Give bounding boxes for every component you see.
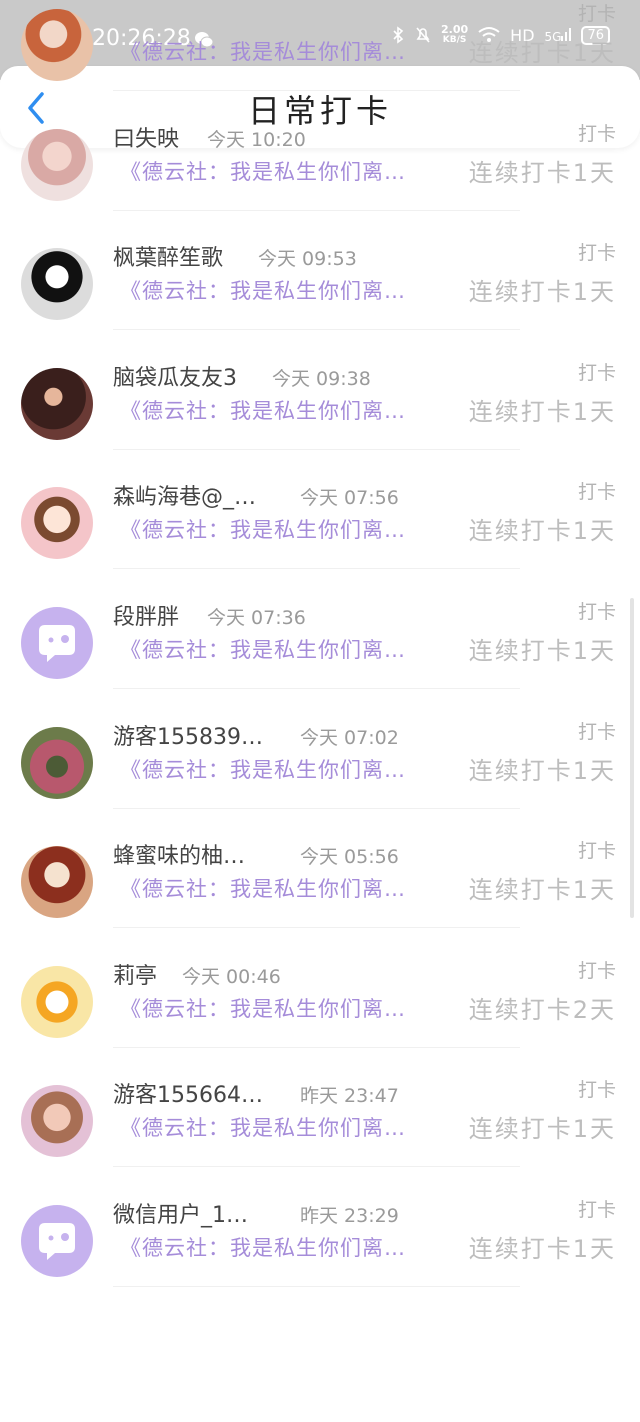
checkin-time: 今天 00:46 [182, 965, 281, 988]
streak-count: 连续打卡1天 [468, 278, 616, 307]
scrollbar[interactable] [630, 598, 634, 918]
checkin-tag: 打卡 [577, 601, 616, 623]
checkin-tag: 打卡 [577, 959, 616, 982]
user-name: 莉亭 [113, 963, 158, 989]
avatar[interactable] [21, 128, 93, 201]
checkin-time: 今天 10:20 [207, 128, 306, 151]
avatar[interactable] [21, 248, 93, 321]
default-avatar-icon [39, 625, 75, 662]
user-name: 脑袋瓜友友3 [113, 365, 237, 391]
checkin-tag: 打卡 [577, 481, 616, 504]
list-item[interactable]: 曰失映 今天 10:20 打卡《德云社：我是私生你们离… 连续打卡1天 [0, 92, 640, 211]
avatar[interactable] [21, 846, 93, 919]
checkin-tag: 打卡 [577, 840, 616, 863]
list-item[interactable]: 段胖胖 今天 07:36 打卡《德云社：我是私生你们离… 连续打卡1天 [0, 570, 640, 689]
book-link[interactable]: 《德云社：我是私生你们离… [120, 754, 406, 784]
book-link[interactable]: 《德云社：我是私生你们离… [120, 395, 406, 425]
avatar[interactable] [21, 487, 93, 560]
checkin-tag: 打卡 [577, 361, 616, 384]
book-link[interactable]: 《德云社：我是私生你们离… [120, 873, 406, 903]
streak-count: 连续打卡2天 [468, 995, 616, 1024]
list-item[interactable]: 打卡《德云社：我是私生你们离… 连续打卡1天 [0, 0, 640, 91]
checkin-time: 今天 07:56 [300, 487, 399, 510]
book-link[interactable]: 《德云社：我是私生你们离… [120, 1112, 406, 1142]
list-item[interactable]: 森屿海巷@_… 今天 07:56 打卡《德云社：我是私生你们离… 连续打卡1天 [0, 450, 640, 570]
list-item[interactable]: 微信用户_1… 昨天 23:29 打卡《德云社：我是私生你们离… 连续打卡1天 [0, 1168, 640, 1287]
user-name: 游客155839… [113, 724, 263, 750]
checkin-tag: 打卡 [577, 1079, 616, 1102]
list-item[interactable]: 莉亭 今天 00:46 打卡《德云社：我是私生你们离… 连续打卡2天 [0, 929, 640, 1048]
list-item[interactable]: 蜂蜜味的柚… 今天 05:56 打卡《德云社：我是私生你们离… 连续打卡1天 [0, 809, 640, 929]
streak-count: 连续打卡1天 [468, 1115, 616, 1144]
divider [113, 1286, 520, 1287]
checkin-time: 昨天 23:29 [300, 1205, 399, 1227]
list-item[interactable]: 枫葉醉笙歌 今天 09:53 打卡《德云社：我是私生你们离… 连续打卡1天 [0, 211, 640, 331]
list-item[interactable]: 游客155839… 今天 07:02 打卡《德云社：我是私生你们离… 连续打卡1天 [0, 690, 640, 809]
user-name: 蜂蜜味的柚… [113, 844, 246, 870]
avatar[interactable] [21, 1205, 93, 1277]
default-avatar-icon [39, 1223, 75, 1260]
user-name: 森屿海巷@_… [113, 485, 257, 511]
checkin-tag: 打卡 [577, 242, 616, 265]
avatar[interactable] [21, 367, 93, 440]
book-link[interactable]: 《德云社：我是私生你们离… [120, 1232, 406, 1262]
checkin-time: 今天 07:02 [300, 726, 399, 749]
streak-count: 连续打卡1天 [468, 158, 616, 187]
book-link[interactable]: 《德云社：我是私生你们离… [120, 634, 406, 664]
streak-count: 连续打卡1天 [468, 876, 616, 905]
avatar[interactable] [21, 1085, 93, 1158]
book-link[interactable]: 《德云社：我是私生你们离… [120, 156, 406, 186]
streak-count: 连续打卡1天 [468, 637, 616, 665]
checkin-tag: 打卡 [577, 720, 616, 743]
book-link[interactable]: 《德云社：我是私生你们离… [120, 993, 406, 1023]
checkin-time: 今天 05:56 [300, 846, 399, 869]
checkin-time: 昨天 23:47 [300, 1085, 399, 1108]
avatar[interactable] [21, 9, 93, 81]
checkin-time: 今天 09:53 [258, 248, 357, 271]
checkin-tag: 打卡 [577, 3, 616, 25]
streak-count: 连续打卡1天 [468, 1235, 616, 1263]
streak-count: 连续打卡1天 [468, 39, 616, 67]
checkin-time: 今天 07:36 [207, 607, 306, 629]
user-name: 曰失映 [113, 126, 180, 152]
checkin-time: 今天 09:38 [272, 367, 371, 390]
list-item[interactable]: 游客155664… 昨天 23:47 打卡《德云社：我是私生你们离… 连续打卡1天 [0, 1048, 640, 1168]
user-name: 枫葉醉笙歌 [113, 246, 224, 272]
user-name: 游客155664… [113, 1083, 263, 1109]
avatar[interactable] [21, 965, 93, 1038]
streak-count: 连续打卡1天 [468, 756, 616, 785]
book-link[interactable]: 《德云社：我是私生你们离… [120, 275, 406, 305]
avatar[interactable] [21, 726, 93, 799]
avatar[interactable] [21, 607, 93, 679]
checkin-tag: 打卡 [577, 122, 616, 145]
book-link[interactable]: 《德云社：我是私生你们离… [120, 36, 406, 66]
user-name: 段胖胖 [113, 605, 180, 630]
book-link[interactable]: 《德云社：我是私生你们离… [120, 514, 406, 544]
user-name: 微信用户_1… [113, 1203, 248, 1228]
streak-count: 连续打卡1天 [468, 397, 616, 426]
checkin-tag: 打卡 [577, 1199, 616, 1221]
streak-count: 连续打卡1天 [468, 517, 616, 546]
list-item[interactable]: 脑袋瓜友友3 今天 09:38 打卡《德云社：我是私生你们离… 连续打卡1天 [0, 331, 640, 450]
